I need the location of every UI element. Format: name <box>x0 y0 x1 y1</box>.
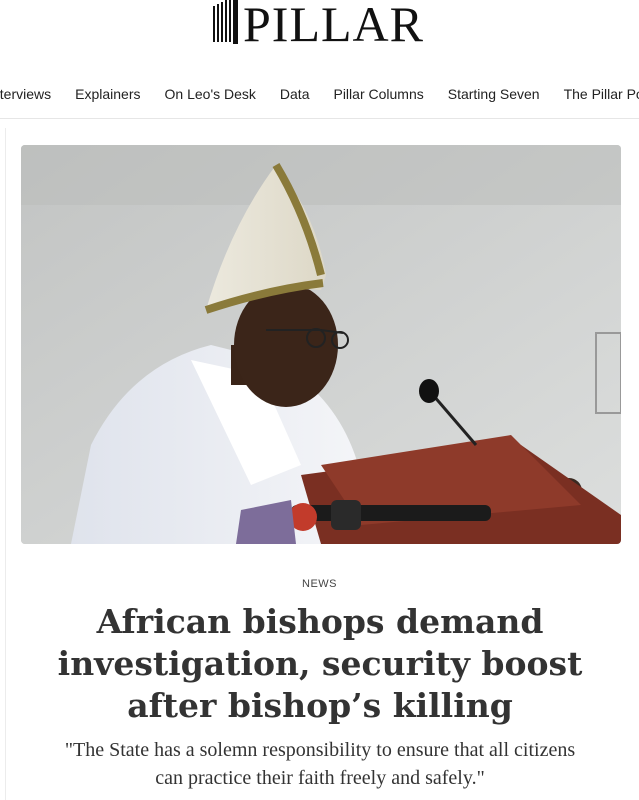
pillar-columns-icon <box>213 0 238 44</box>
nav-item[interactable]: Data <box>280 86 310 102</box>
nav-item[interactable]: The Pillar Pod <box>564 86 639 102</box>
site-header: PILLAR <box>0 0 639 71</box>
section-nav: nterviews Explainers On Leo's Desk Data Pill… <box>0 70 639 119</box>
nav-item[interactable]: Pillar Columns <box>333 86 423 102</box>
article-category[interactable]: NEWS <box>0 578 639 590</box>
nav-item[interactable]: On Leo's Desk <box>165 86 256 102</box>
nav-track: nterviews Explainers On Leo's Desk Data Pill… <box>0 70 639 118</box>
article-dek: "The State has a solemn responsibility t… <box>64 739 576 789</box>
hero-image[interactable] <box>21 145 621 544</box>
logo-wordmark: PILLAR <box>243 0 424 52</box>
nav-item[interactable]: Explainers <box>75 86 140 102</box>
article-headline[interactable]: African bishops demand investigation, se… <box>40 601 600 727</box>
bishop-photo <box>21 145 621 544</box>
nav-item[interactable]: Starting Seven <box>448 86 540 102</box>
site-logo[interactable]: PILLAR <box>213 0 424 50</box>
nav-item[interactable]: nterviews <box>0 86 51 102</box>
